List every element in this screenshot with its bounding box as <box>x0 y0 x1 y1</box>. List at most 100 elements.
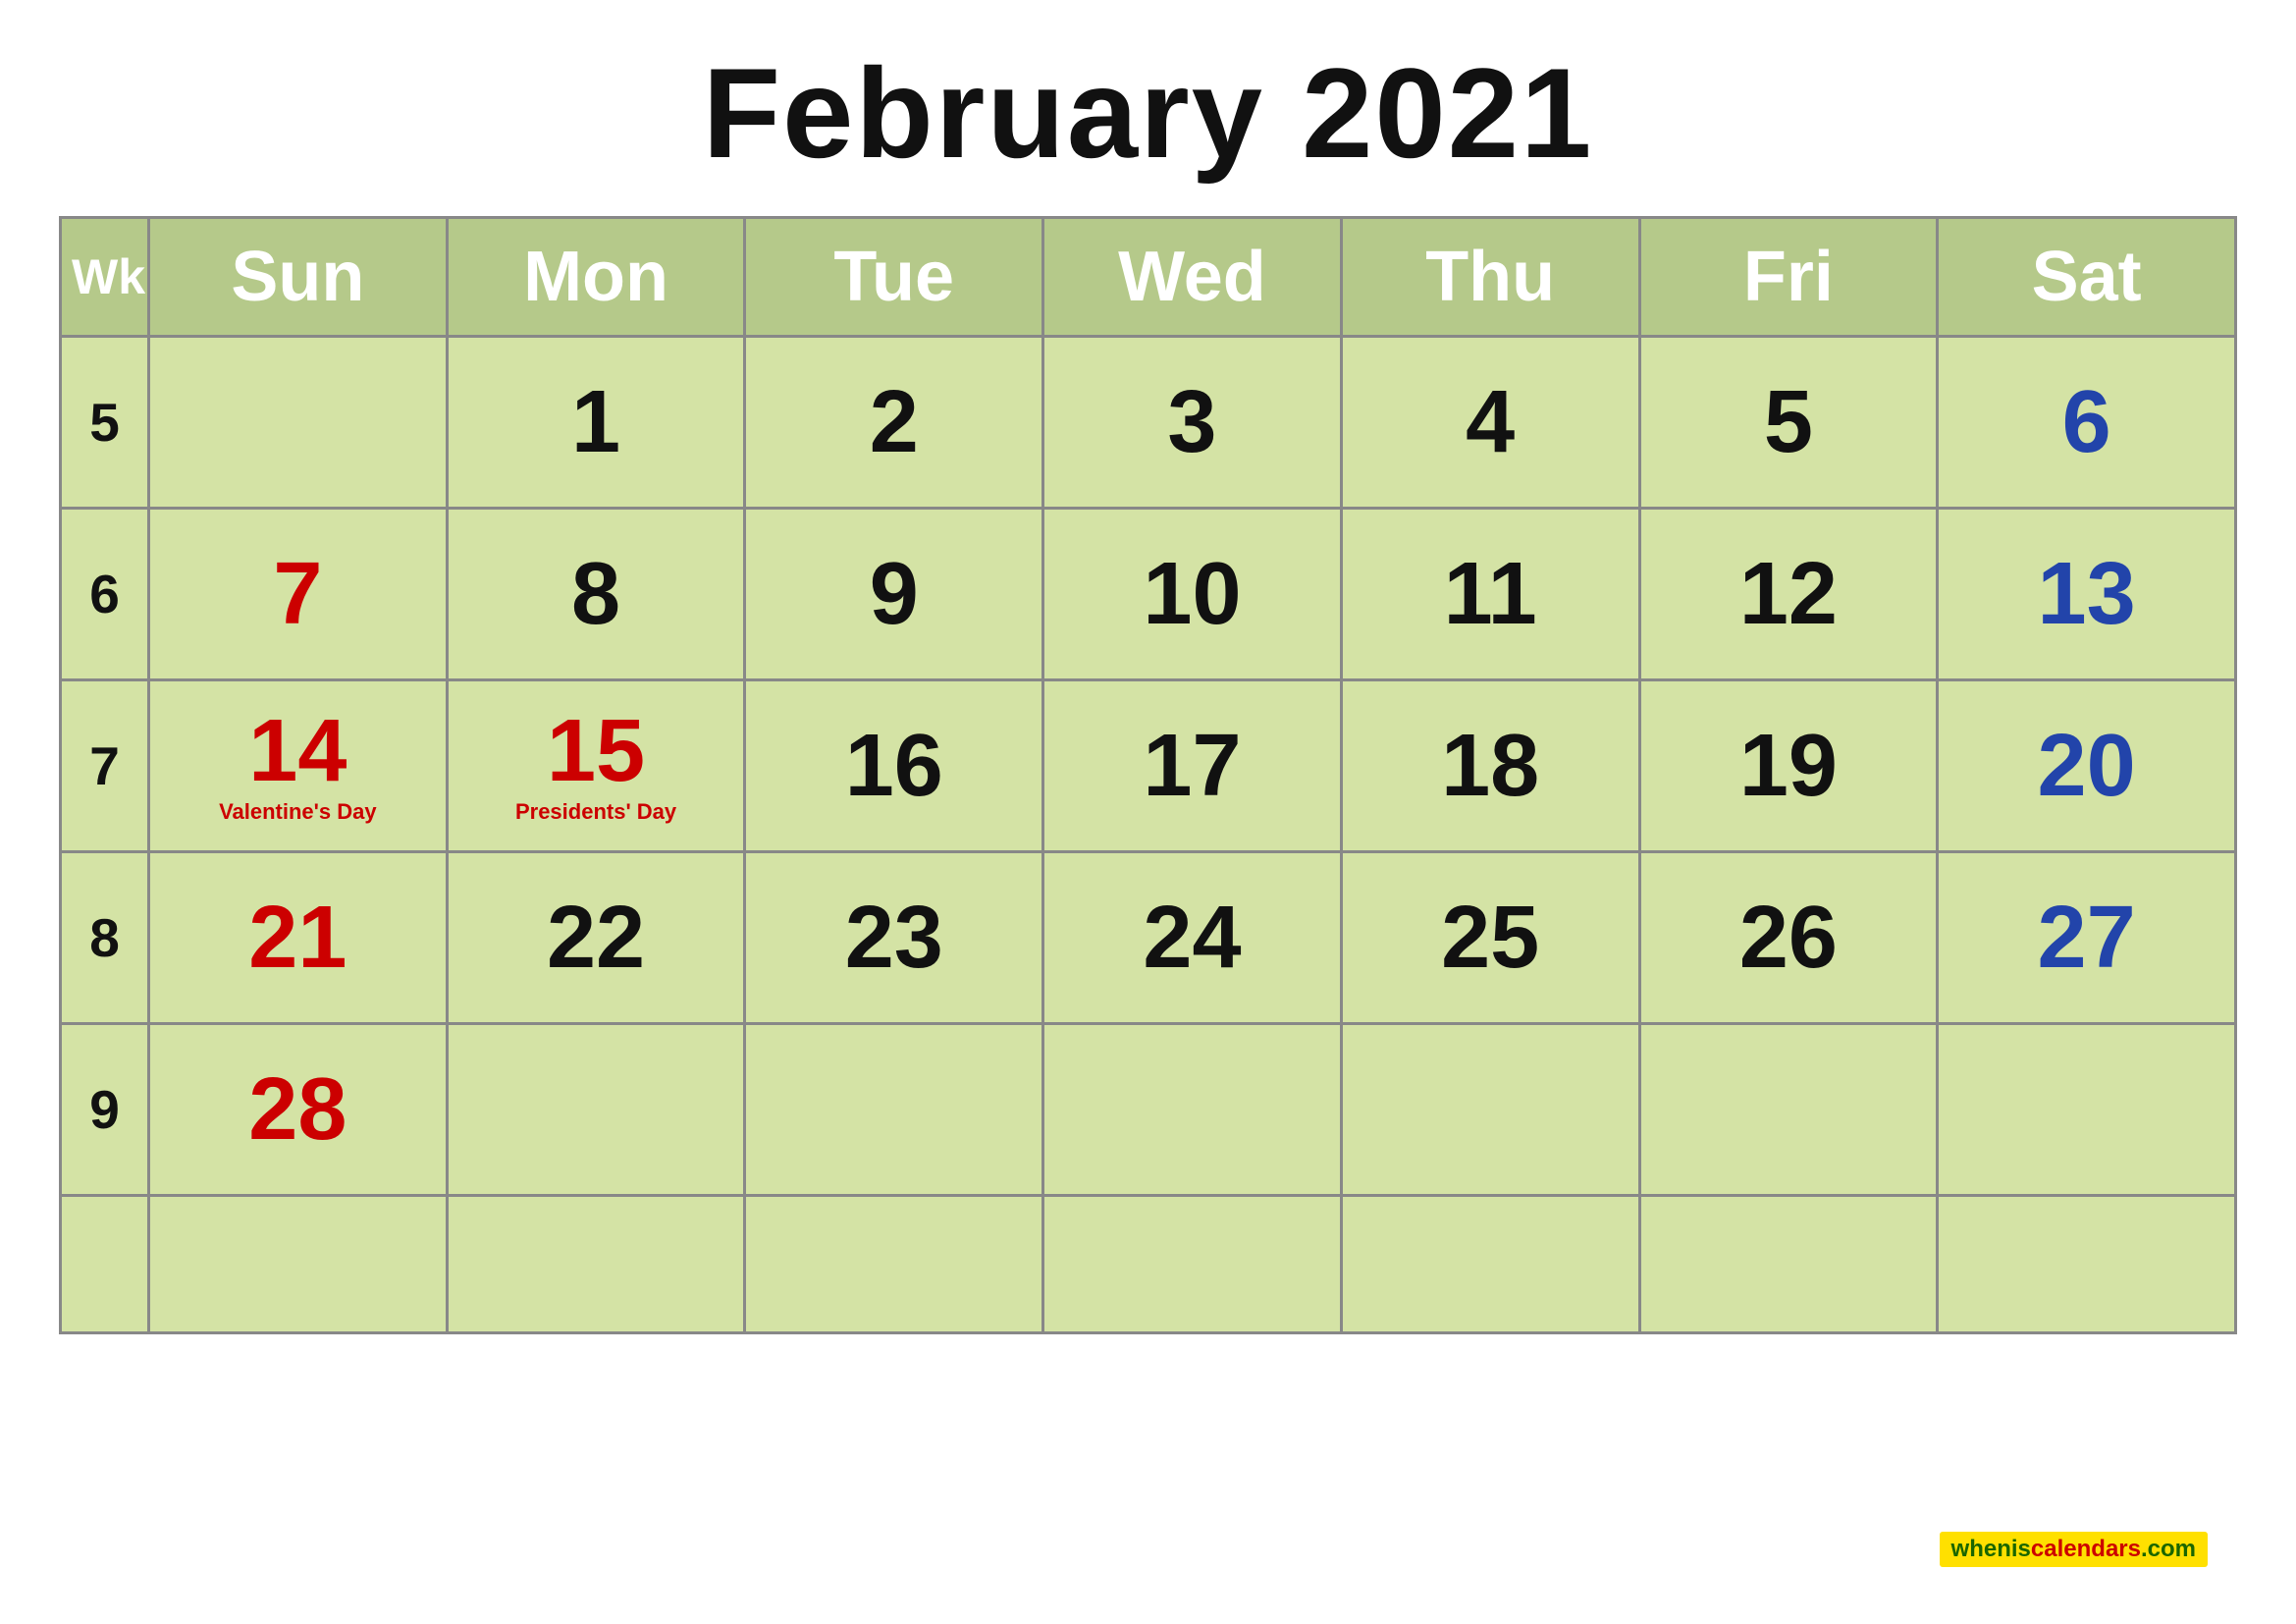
day-number: 9 <box>746 550 1041 638</box>
calendar-day: 25 <box>1341 852 1639 1024</box>
header-sat: Sat <box>1938 218 2236 337</box>
header-sun: Sun <box>149 218 448 337</box>
table-row: 821222324252627 <box>61 852 2236 1024</box>
day-number: 2 <box>746 378 1041 466</box>
day-number: 13 <box>1939 550 2234 638</box>
watermark-text3: .com <box>2141 1536 2196 1562</box>
calendar-day: 15 Presidents' Day <box>447 680 745 852</box>
day-number: 7 <box>150 550 446 638</box>
calendar-day-extra <box>1341 1196 1639 1333</box>
day-number: 26 <box>1641 893 1937 982</box>
header-thu: Thu <box>1341 218 1639 337</box>
calendar-day: 10 <box>1043 509 1342 680</box>
calendar-day <box>149 337 448 509</box>
calendar-day: 12 <box>1639 509 1938 680</box>
calendar-day: 7 <box>149 509 448 680</box>
day-number: 6 <box>1939 378 2234 466</box>
week-number: 7 <box>61 680 149 852</box>
holiday-label: Valentine's Day <box>150 799 446 825</box>
calendar-day: 17 <box>1043 680 1342 852</box>
calendar-table: Wk Sun Mon Tue Wed Thu Fri Sat 512345667… <box>59 216 2237 1334</box>
header-wk: Wk <box>61 218 149 337</box>
watermark-text1: whenis <box>1951 1536 2031 1562</box>
day-number: 24 <box>1044 893 1340 982</box>
page-footer: wheniscalendars.com <box>59 1536 2237 1585</box>
calendar-day: 27 <box>1938 852 2236 1024</box>
day-number: 25 <box>1343 893 1638 982</box>
day-number: 14 <box>150 707 446 795</box>
calendar-day: 26 <box>1639 852 1938 1024</box>
day-number: 12 <box>1641 550 1937 638</box>
week-number: 9 <box>61 1024 149 1196</box>
table-row: 5123456 <box>61 337 2236 509</box>
calendar-day <box>1938 1024 2236 1196</box>
calendar-day: 11 <box>1341 509 1639 680</box>
header-tue: Tue <box>745 218 1043 337</box>
calendar: Wk Sun Mon Tue Wed Thu Fri Sat 512345667… <box>59 216 2237 1536</box>
watermark: wheniscalendars.com <box>1940 1532 2208 1567</box>
page-title: February 2021 <box>703 39 1594 187</box>
calendar-day-extra <box>1043 1196 1342 1333</box>
header-wed: Wed <box>1043 218 1342 337</box>
calendar-day: 9 <box>745 509 1043 680</box>
calendar-day <box>447 1024 745 1196</box>
calendar-day <box>745 1024 1043 1196</box>
calendar-day: 19 <box>1639 680 1938 852</box>
day-number: 8 <box>449 550 744 638</box>
calendar-day: 3 <box>1043 337 1342 509</box>
calendar-day-extra <box>1639 1196 1938 1333</box>
calendar-day-extra <box>447 1196 745 1333</box>
day-number: 18 <box>1343 722 1638 810</box>
day-number: 3 <box>1044 378 1340 466</box>
calendar-day: 14 Valentine's Day <box>149 680 448 852</box>
week-number-extra <box>61 1196 149 1333</box>
day-number: 28 <box>150 1065 446 1154</box>
day-number: 10 <box>1044 550 1340 638</box>
calendar-day-extra <box>1938 1196 2236 1333</box>
calendar-day: 13 <box>1938 509 2236 680</box>
week-number: 6 <box>61 509 149 680</box>
day-number: 27 <box>1939 893 2234 982</box>
header-mon: Mon <box>447 218 745 337</box>
calendar-day: 8 <box>447 509 745 680</box>
day-number: 16 <box>746 722 1041 810</box>
table-row: 714Valentine's Day15Presidents' Day16171… <box>61 680 2236 852</box>
calendar-day: 24 <box>1043 852 1342 1024</box>
calendar-day-extra <box>745 1196 1043 1333</box>
week-number: 5 <box>61 337 149 509</box>
calendar-day: 20 <box>1938 680 2236 852</box>
calendar-day: 5 <box>1639 337 1938 509</box>
calendar-day-extra <box>149 1196 448 1333</box>
calendar-day: 23 <box>745 852 1043 1024</box>
header-fri: Fri <box>1639 218 1938 337</box>
calendar-day: 4 <box>1341 337 1639 509</box>
week-number: 8 <box>61 852 149 1024</box>
holiday-label: Presidents' Day <box>449 799 744 825</box>
calendar-day: 21 <box>149 852 448 1024</box>
day-number: 22 <box>449 893 744 982</box>
calendar-day: 1 <box>447 337 745 509</box>
day-number: 19 <box>1641 722 1937 810</box>
calendar-day <box>1341 1024 1639 1196</box>
day-number: 15 <box>449 707 744 795</box>
calendar-day: 2 <box>745 337 1043 509</box>
day-number: 20 <box>1939 722 2234 810</box>
watermark-text2: calendars <box>2031 1536 2141 1562</box>
calendar-day: 6 <box>1938 337 2236 509</box>
day-number: 11 <box>1343 550 1638 638</box>
calendar-day: 16 <box>745 680 1043 852</box>
calendar-day: 18 <box>1341 680 1639 852</box>
day-number: 23 <box>746 893 1041 982</box>
day-number: 21 <box>150 893 446 982</box>
table-row: 678910111213 <box>61 509 2236 680</box>
day-number: 1 <box>449 378 744 466</box>
calendar-day: 22 <box>447 852 745 1024</box>
day-number: 4 <box>1343 378 1638 466</box>
calendar-day: 28 <box>149 1024 448 1196</box>
calendar-day <box>1639 1024 1938 1196</box>
table-row: 928 <box>61 1024 2236 1196</box>
day-number: 5 <box>1641 378 1937 466</box>
day-number: 17 <box>1044 722 1340 810</box>
calendar-day <box>1043 1024 1342 1196</box>
table-row-extra <box>61 1196 2236 1333</box>
